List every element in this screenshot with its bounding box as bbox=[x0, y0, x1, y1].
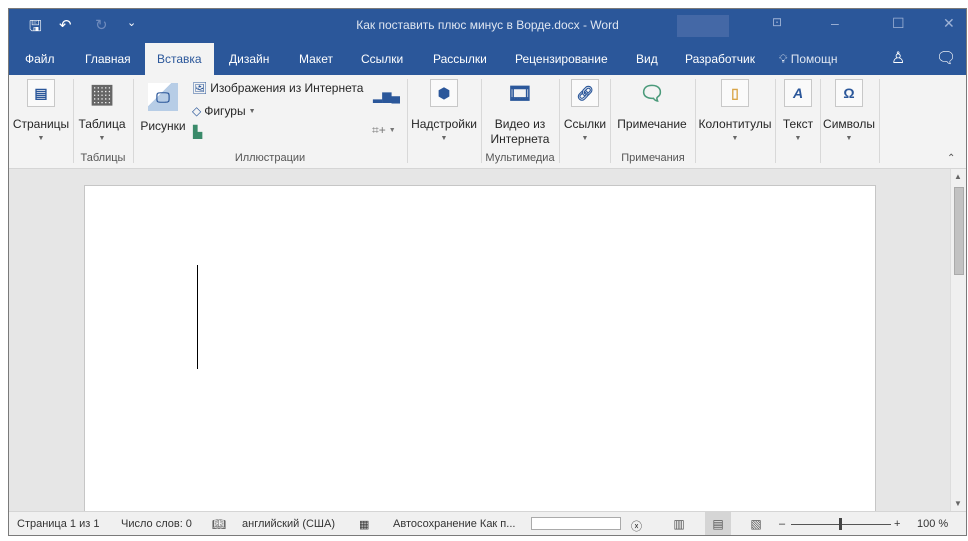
share-icon[interactable]: ♙ bbox=[879, 43, 917, 75]
maximize-icon[interactable]: ☐ bbox=[892, 15, 905, 32]
online-video-button[interactable]: 🎞︎ Видео из Интернета bbox=[483, 79, 557, 147]
table-button[interactable]: ▦ Таблица ▼ bbox=[75, 77, 129, 143]
ribbon-tabs: Файл Главная Вставка Дизайн Макет Ссылки… bbox=[9, 43, 966, 75]
chart-button[interactable]: ▂▆▄ bbox=[373, 89, 400, 103]
tab-mailings[interactable]: Рассылки bbox=[421, 43, 499, 75]
macro-icon[interactable]: ▦ bbox=[359, 518, 369, 531]
ribbon: ▤ Страницы ▼ ▦ Таблица ▼ Таблицы 🖵 Рисунки 🖼︎… bbox=[9, 75, 966, 169]
close-icon[interactable]: ✕ bbox=[943, 15, 955, 32]
scroll-down-icon[interactable]: ▼ bbox=[954, 499, 962, 508]
addins-button[interactable]: ⬢ Надстройки ▼ bbox=[409, 79, 479, 142]
tab-view[interactable]: Вид bbox=[624, 43, 670, 75]
header-footer-button[interactable]: ▯ Колонтитулы ▼ bbox=[696, 79, 774, 142]
tell-me[interactable]: 💡︎ Помощн bbox=[767, 43, 849, 75]
group-media: Мультимедиа bbox=[485, 152, 555, 164]
screenshot-icon: ⌗+ bbox=[372, 123, 386, 137]
title-bar: 🖫 ↶ ↻ ⌄ Как поставить плюс минус в Ворде… bbox=[9, 9, 966, 43]
shapes-button[interactable]: ◇ Фигуры ▼ bbox=[192, 104, 256, 118]
shapes-icon: ◇ bbox=[192, 104, 202, 118]
vertical-scrollbar[interactable]: ▲ ▼ bbox=[950, 169, 966, 511]
word-window: 🖫 ↶ ↻ ⌄ Как поставить плюс минус в Ворде… bbox=[8, 8, 967, 536]
status-bar: Страница 1 из 1 Число слов: 0 📖︎ английс… bbox=[9, 511, 966, 535]
word-count[interactable]: Число слов: 0 bbox=[121, 518, 192, 530]
screenshot-button[interactable]: ⌗+ ▼ bbox=[372, 123, 396, 138]
autosave-progress bbox=[531, 517, 621, 530]
page-icon: ▤ bbox=[27, 79, 55, 107]
new-comment-icon: 🗨︎ bbox=[639, 82, 665, 105]
document-page[interactable] bbox=[84, 185, 876, 525]
omega-icon: Ω bbox=[835, 79, 863, 107]
zoom-in-icon[interactable]: + bbox=[894, 518, 900, 530]
links-button[interactable]: 🔗︎ Ссылки ▼ bbox=[561, 79, 609, 142]
proofing-icon[interactable]: 📖︎ bbox=[212, 518, 226, 531]
zoom-slider-thumb[interactable] bbox=[839, 518, 842, 530]
window-title: Как поставить плюс минус в Ворде.docx - … bbox=[356, 18, 619, 32]
table-icon: ▦ bbox=[89, 77, 115, 108]
document-area bbox=[9, 169, 950, 525]
group-illustrations: Иллюстрации bbox=[234, 152, 306, 164]
text-button[interactable]: A Текст ▼ bbox=[776, 79, 820, 142]
account-area[interactable] bbox=[677, 15, 729, 37]
tab-references[interactable]: Ссылки bbox=[349, 43, 415, 75]
zoom-out-icon[interactable]: – bbox=[779, 518, 785, 530]
read-mode-icon[interactable]: ▥ bbox=[666, 512, 692, 535]
tab-design[interactable]: Дизайн bbox=[217, 43, 281, 75]
smartart-icon: ▙ bbox=[193, 125, 203, 139]
collapse-ribbon-icon[interactable]: ⌃ bbox=[947, 153, 955, 164]
group-comments: Примечания bbox=[621, 152, 685, 164]
online-pictures-button[interactable]: 🖼︎ Изображения из Интернета bbox=[192, 81, 363, 95]
tab-file[interactable]: Файл bbox=[13, 43, 67, 75]
pictures-button[interactable]: 🖵 Рисунки bbox=[137, 83, 189, 133]
tab-home[interactable]: Главная bbox=[73, 43, 143, 75]
header-footer-icon: ▯ bbox=[721, 79, 749, 107]
tell-me-label: Помощн bbox=[790, 52, 838, 66]
autosave-status: Автосохранение Как п... bbox=[393, 518, 516, 530]
chart-icon: ▂▆▄ bbox=[373, 89, 400, 103]
print-layout-icon[interactable]: ▤ bbox=[705, 512, 731, 535]
tab-insert[interactable]: Вставка bbox=[145, 43, 214, 75]
cancel-icon[interactable]: ⓧ bbox=[631, 518, 642, 534]
tab-review[interactable]: Рецензирование bbox=[503, 43, 620, 75]
text-icon: A bbox=[784, 79, 812, 107]
group-tables: Таблицы bbox=[80, 152, 126, 164]
scroll-thumb[interactable] bbox=[954, 187, 964, 275]
page-count[interactable]: Страница 1 из 1 bbox=[17, 518, 99, 530]
lightbulb-icon: 💡︎ bbox=[779, 52, 788, 66]
online-pictures-icon: 🖼︎ bbox=[192, 81, 208, 95]
comments-icon[interactable]: 🗨︎ bbox=[924, 43, 966, 75]
scroll-up-icon[interactable]: ▲ bbox=[954, 172, 962, 181]
ribbon-display-icon[interactable]: ⊡ bbox=[772, 15, 782, 29]
language[interactable]: английский (США) bbox=[242, 518, 335, 530]
store-icon: ⬢ bbox=[430, 79, 458, 107]
tab-developer[interactable]: Разработчик bbox=[673, 43, 767, 75]
text-cursor bbox=[197, 265, 198, 369]
pictures-icon: 🖵 bbox=[148, 83, 178, 111]
smartart-button[interactable]: ▙ bbox=[193, 125, 202, 139]
link-icon: 🔗︎ bbox=[571, 79, 599, 107]
comment-button[interactable]: 🗨︎ Примечание bbox=[612, 79, 692, 132]
tab-layout[interactable]: Макет bbox=[287, 43, 345, 75]
zoom-level[interactable]: 100 % bbox=[917, 518, 948, 530]
video-icon: 🎞︎ bbox=[507, 82, 533, 105]
symbols-button[interactable]: Ω Символы ▼ bbox=[821, 79, 877, 142]
minimize-icon[interactable]: – bbox=[831, 15, 839, 31]
web-layout-icon[interactable]: ▧ bbox=[743, 512, 769, 535]
pages-button[interactable]: ▤ Страницы ▼ bbox=[11, 79, 71, 142]
